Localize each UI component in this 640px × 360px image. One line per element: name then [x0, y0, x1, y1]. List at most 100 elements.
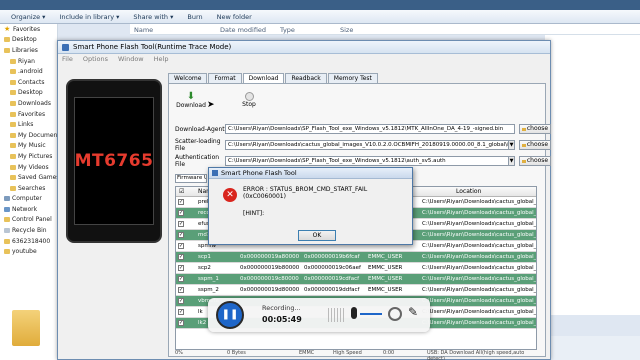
- cell-name: sspm_2: [198, 287, 219, 293]
- error-icon: ✕: [223, 188, 237, 202]
- download-button[interactable]: ⬇ Download: [173, 92, 209, 110]
- row-checkbox[interactable]: ✓: [178, 243, 184, 249]
- nav-item[interactable]: Desktop: [0, 35, 57, 46]
- header-checkbox[interactable]: ☑: [179, 188, 184, 195]
- cell-name: sspm_1: [198, 276, 219, 282]
- nav-item-label: Downloads: [18, 99, 51, 107]
- row-checkbox[interactable]: ✓: [178, 232, 184, 238]
- nav-item[interactable]: My Videos: [0, 162, 57, 173]
- recording-widget: ❚❚ Recording... 00:05:49 ✎: [208, 298, 430, 332]
- row-checkbox[interactable]: ✓: [178, 298, 184, 304]
- nav-item[interactable]: Links: [0, 119, 57, 130]
- scatter-field[interactable]: C:\Users\Riyan\Downloads\cactus_global_i…: [225, 140, 509, 150]
- pause-button[interactable]: ❚❚: [216, 301, 244, 329]
- tab-format[interactable]: Format: [208, 73, 242, 83]
- row-checkbox[interactable]: ✓: [178, 265, 184, 271]
- choose-download-agent-button[interactable]: choose: [519, 124, 551, 134]
- download-agent-label: Download-Agent: [175, 125, 225, 133]
- phone-illustration: MT6765: [66, 79, 162, 243]
- nav-item-label: Saved Games: [18, 174, 57, 182]
- row-checkbox[interactable]: ✓: [178, 199, 184, 205]
- include-in-library-button[interactable]: Include in library ▾: [54, 12, 124, 22]
- nav-item[interactable]: Recycle Bin: [0, 225, 57, 236]
- row-checkbox[interactable]: ✓: [178, 221, 184, 227]
- choose-auth-button[interactable]: choose: [519, 156, 551, 166]
- nav-item[interactable]: Control Panel: [0, 215, 57, 226]
- cell-location: C:\Users\Riyan\Downloads\cactus_global_i…: [422, 276, 537, 282]
- table-row[interactable]: ✓ scp2 0x000000019b80000 0x000000019c06aef E…: [176, 263, 536, 274]
- nav-item-label: youtube: [12, 248, 37, 256]
- row-checkbox[interactable]: ✓: [178, 276, 184, 282]
- ok-button[interactable]: OK: [298, 230, 336, 241]
- volume-slider[interactable]: [360, 313, 382, 315]
- cell-begin-address: 0x000000019c80000: [240, 276, 299, 282]
- row-checkbox[interactable]: ✓: [178, 210, 184, 216]
- nav-item[interactable]: My Documents: [0, 130, 57, 141]
- cell-location: C:\Users\Riyan\Downloads\cactus_global_i…: [422, 210, 537, 216]
- nav-item[interactable]: Searches: [0, 183, 57, 194]
- row-checkbox[interactable]: ✓: [178, 309, 184, 315]
- table-row[interactable]: ✓ sspm_1 0x000000019c80000 0x000000019cdfac…: [176, 274, 536, 285]
- nav-item[interactable]: Desktop: [0, 88, 57, 99]
- scatter-label: Scatter-loading File: [175, 138, 221, 152]
- firmware-mode-select[interactable]: Firmware Upgrade: [175, 174, 207, 183]
- nav-item[interactable]: My Music: [0, 141, 57, 152]
- column-type[interactable]: Type: [280, 26, 295, 34]
- nav-item-label: My Videos: [18, 163, 49, 171]
- cell-location: C:\Users\Riyan\Downloads\cactus_global_i…: [422, 320, 537, 326]
- folder-icon: [10, 122, 16, 128]
- nav-item[interactable]: Computer: [0, 194, 57, 205]
- auth-field[interactable]: C:\Users\Riyan\Downloads\SP_Flash_Tool_e…: [225, 156, 509, 166]
- burn-button[interactable]: Burn: [182, 12, 207, 22]
- microphone-icon[interactable]: [351, 307, 357, 319]
- column-date-modified[interactable]: Date modified: [220, 26, 266, 34]
- table-row[interactable]: ✓ sspm_2 0x000000019d80000 0x000000019ddfac…: [176, 285, 536, 296]
- nav-item[interactable]: Riyan: [0, 56, 57, 67]
- cell-location: C:\Users\Riyan\Downloads\cactus_global_i…: [422, 243, 537, 249]
- row-checkbox[interactable]: ✓: [178, 254, 184, 260]
- nav-item[interactable]: Downloads: [0, 98, 57, 109]
- menu-file[interactable]: File: [62, 55, 73, 63]
- nav-item[interactable]: 6362318400: [0, 236, 57, 247]
- chevron-down-icon[interactable]: ▼: [509, 156, 515, 166]
- tab-bar: Welcome Format Download Readback Memory …: [168, 73, 379, 84]
- folder-icon: [10, 111, 16, 117]
- folder-icon: [10, 100, 16, 106]
- share-with-button[interactable]: Share with ▾: [128, 12, 178, 22]
- row-checkbox[interactable]: ✓: [178, 320, 184, 326]
- choose-scatter-button[interactable]: choose: [519, 140, 551, 150]
- nav-item[interactable]: Network: [0, 204, 57, 215]
- status-bytes: 0 Bytes: [227, 350, 246, 356]
- stop-button[interactable]: Stop: [231, 92, 267, 108]
- chevron-down-icon[interactable]: ▼: [509, 140, 515, 150]
- menu-options[interactable]: Options: [83, 55, 108, 63]
- download-agent-field[interactable]: C:\Users\Riyan\Downloads\SP_Flash_Tool_e…: [225, 124, 515, 134]
- organize-button[interactable]: Organize ▾: [6, 12, 50, 22]
- new-folder-button[interactable]: New folder: [212, 12, 257, 22]
- column-name[interactable]: Name: [134, 26, 153, 34]
- network-icon: [4, 206, 10, 212]
- nav-item-label: Network: [12, 205, 38, 213]
- tab-memory-test[interactable]: Memory Test: [327, 73, 378, 83]
- row-checkbox[interactable]: ✓: [178, 287, 184, 293]
- nav-item[interactable]: Favorites: [0, 109, 57, 120]
- nav-item[interactable]: Saved Games: [0, 172, 57, 183]
- cell-name: scp2: [198, 265, 211, 271]
- nav-item[interactable]: youtube: [0, 246, 57, 257]
- nav-item[interactable]: ★ Favorites: [0, 24, 57, 35]
- table-row[interactable]: ✓ scp1 0x000000019a80000 0x000000019b6fcaf E…: [176, 252, 536, 263]
- menu-help[interactable]: Help: [154, 55, 169, 63]
- webcam-icon[interactable]: [388, 307, 402, 321]
- cell-region: EMMC_USER: [368, 287, 403, 293]
- tab-welcome[interactable]: Welcome: [168, 73, 208, 83]
- cell-location: C:\Users\Riyan\Downloads\cactus_global_i…: [422, 254, 537, 260]
- nav-item[interactable]: .android: [0, 66, 57, 77]
- nav-item[interactable]: Libraries: [0, 45, 57, 56]
- download-label: Download: [176, 102, 206, 109]
- tab-readback[interactable]: Readback: [285, 73, 327, 83]
- nav-item[interactable]: My Pictures: [0, 151, 57, 162]
- pen-icon[interactable]: ✎: [408, 305, 418, 319]
- nav-item[interactable]: Contacts: [0, 77, 57, 88]
- column-size[interactable]: Size: [340, 26, 353, 34]
- menu-window[interactable]: Window: [118, 55, 144, 63]
